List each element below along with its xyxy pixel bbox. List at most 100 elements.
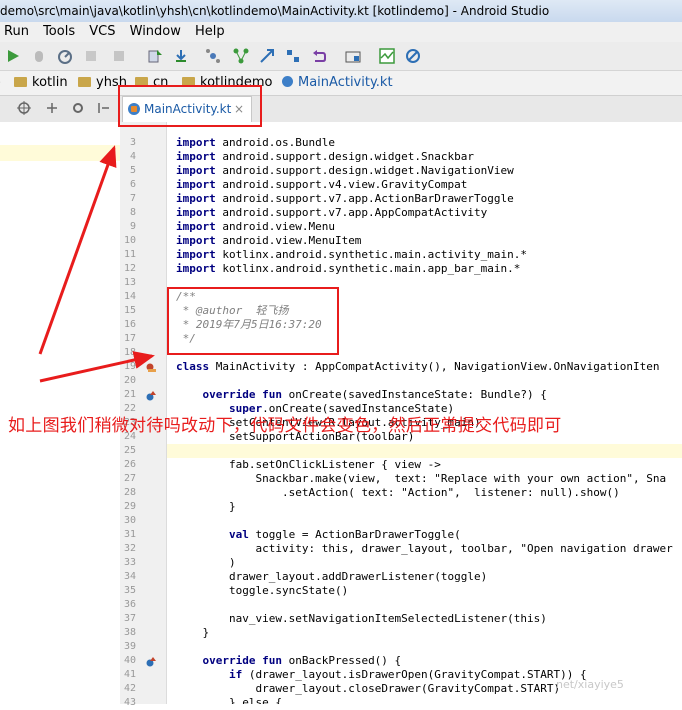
- code-text: kotlinx.android.synthetic.main.app_bar_m…: [222, 262, 521, 275]
- code-line: import android.support.v7.app.ActionBarD…: [176, 192, 682, 206]
- code-keyword: import: [176, 150, 223, 163]
- line-number: 36: [123, 599, 136, 610]
- code-text: }: [202, 626, 210, 639]
- code-line: fab.setOnClickListener { view ->: [176, 458, 682, 472]
- line-number: 7: [129, 193, 136, 204]
- line-number: 29: [123, 501, 136, 512]
- code-keyword: [176, 556, 229, 569]
- code-line: } else {: [176, 696, 682, 704]
- line-number: 13: [123, 277, 136, 288]
- project-selected-row[interactable]: [0, 145, 120, 161]
- code-line: import android.support.design.widget.Nav…: [176, 164, 682, 178]
- target-icon[interactable]: [16, 100, 32, 116]
- code-keyword: import: [176, 164, 223, 177]
- code-keyword: import: [176, 220, 223, 233]
- code-keyword: import: [176, 206, 223, 219]
- breadcrumb-label: kotlin: [32, 75, 68, 90]
- code-text: onBackPressed() {: [288, 654, 402, 667]
- build-icon[interactable]: [204, 47, 222, 65]
- breadcrumb-label: MainActivity.kt: [298, 75, 393, 90]
- window-title-bar: demo\src\main\java\kotlin\yhsh\cn\kotlin…: [0, 0, 682, 22]
- annotation-box-comment: [167, 287, 339, 355]
- hide-panel-icon[interactable]: [96, 100, 112, 116]
- menu-vcs[interactable]: VCS: [89, 22, 115, 42]
- folder-icon: [78, 77, 91, 87]
- menu-tools[interactable]: Tools: [43, 22, 75, 42]
- sync-icon[interactable]: [146, 47, 164, 65]
- code-text: drawer_layout.closeDrawer(GravityCompat.…: [255, 682, 561, 695]
- line-number: 9: [129, 221, 136, 232]
- line-number: 20: [123, 375, 136, 386]
- code-text: android.support.v7.app.ActionBarDrawerTo…: [222, 192, 514, 205]
- menu-help[interactable]: Help: [195, 22, 225, 42]
- line-number: 16: [123, 319, 136, 330]
- code-keyword: import: [176, 178, 223, 191]
- breadcrumb: › kotlin yhsh cn kotlindemo MainActivity…: [0, 71, 682, 96]
- code-line: class MainActivity : AppCompatActivity()…: [176, 360, 682, 374]
- line-number: 15: [123, 305, 136, 316]
- menu-run[interactable]: Run: [4, 22, 29, 42]
- line-number: 5: [129, 165, 136, 176]
- code-keyword: [176, 584, 229, 597]
- watermark: net/xiayiye5: [556, 678, 624, 691]
- code-line: override fun onBackPressed() {: [176, 654, 682, 668]
- code-text: android.support.v7.app.AppCompatActivity: [222, 206, 488, 219]
- code-keyword: import: [176, 192, 223, 205]
- code-keyword: [176, 472, 255, 485]
- hierarchy-icon[interactable]: [284, 47, 302, 65]
- breadcrumb-item-file[interactable]: MainActivity.kt: [282, 71, 393, 95]
- no-entry-icon[interactable]: [404, 47, 422, 65]
- code-text: nav_view.setNavigationItemSelectedListen…: [228, 612, 547, 625]
- code-text: toggle.syncState(): [228, 584, 349, 597]
- code-text: fab.setOnClickListener { view ->: [228, 458, 441, 471]
- line-number: 4: [129, 151, 136, 162]
- code-line: import android.support.design.widget.Sna…: [176, 150, 682, 164]
- code-text: android.support.v4.view.GravityCompat: [222, 178, 468, 191]
- code-keyword: import: [176, 262, 223, 275]
- code-keyword: if: [176, 668, 249, 681]
- monitor-icon[interactable]: [378, 47, 396, 65]
- code-text: }: [228, 500, 236, 513]
- line-number: 21: [123, 389, 136, 400]
- sdk-manager-icon[interactable]: [172, 47, 190, 65]
- override-marker-icon[interactable]: [145, 656, 157, 668]
- override-marker-icon[interactable]: [145, 390, 157, 402]
- code-text: MainActivity : AppCompatActivity(), Navi…: [215, 360, 660, 373]
- code-line: nav_view.setNavigationItemSelectedListen…: [176, 612, 682, 626]
- device-file-icon[interactable]: [344, 47, 362, 65]
- code-text: } else {: [228, 696, 282, 704]
- code-keyword: class: [176, 360, 216, 373]
- analyze-icon[interactable]: [258, 47, 276, 65]
- debug-icon[interactable]: [30, 47, 48, 65]
- line-number: 41: [123, 669, 136, 680]
- structure-icon[interactable]: [232, 47, 250, 65]
- stop-icon[interactable]: [110, 47, 128, 65]
- code-keyword: [176, 696, 229, 704]
- annotation-caption: 如上图我们稍微对待吗改动下，代码文件会变色，然后正常提交代码即可: [8, 416, 562, 436]
- code-keyword: val: [176, 528, 256, 541]
- attach-debugger-icon[interactable]: [82, 47, 100, 65]
- undo-icon[interactable]: [310, 47, 328, 65]
- code-line: }: [176, 626, 682, 640]
- code-text: android.support.design.widget.Snackbar: [222, 150, 475, 163]
- code-text: (drawer_layout.isDrawerOpen(GravityCompa…: [248, 668, 587, 681]
- code-keyword: [176, 542, 255, 555]
- menu-window[interactable]: Window: [130, 22, 181, 42]
- line-number: 18: [123, 347, 136, 358]
- code-text: drawer_layout.addDrawerListener(toggle): [228, 570, 488, 583]
- line-number: 35: [123, 585, 136, 596]
- implements-marker-icon[interactable]: [145, 361, 157, 373]
- code-line: drawer_layout.addDrawerListener(toggle): [176, 570, 682, 584]
- code-keyword: override fun: [176, 388, 289, 401]
- line-number: 8: [129, 207, 136, 218]
- settings-icon[interactable]: [70, 100, 86, 116]
- code-line: val toggle = ActionBarDrawerToggle(: [176, 528, 682, 542]
- code-keyword: [176, 626, 203, 639]
- breadcrumb-item-kotlin[interactable]: kotlin: [14, 71, 68, 95]
- collapse-icon[interactable]: [44, 100, 60, 116]
- profile-icon[interactable]: [56, 47, 74, 65]
- run-icon[interactable]: [4, 47, 22, 65]
- code-line: import android.view.MenuItem: [176, 234, 682, 248]
